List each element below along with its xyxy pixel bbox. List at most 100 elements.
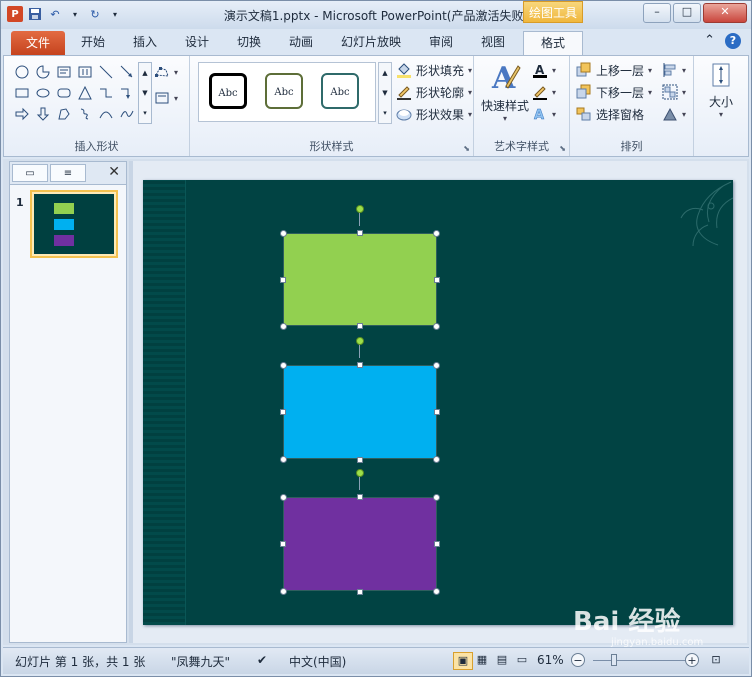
resize-handle-corner[interactable] [433, 323, 440, 330]
scroll-down-icon[interactable]: ▼ [382, 89, 387, 97]
slide-canvas[interactable] [143, 180, 733, 625]
ellipse-shape-icon[interactable] [33, 83, 53, 103]
proofing-icon[interactable]: ✔ [257, 653, 267, 667]
resize-handle-side[interactable] [280, 277, 286, 283]
tab-insert[interactable]: 插入 [133, 33, 157, 50]
resize-handle-corner[interactable] [433, 494, 440, 501]
right-arrow-shape-icon[interactable] [12, 104, 32, 124]
resize-handle-side[interactable] [357, 323, 363, 329]
blue-rectangle[interactable] [283, 365, 437, 459]
rotation-handle[interactable] [356, 205, 364, 213]
resize-handle-side[interactable] [280, 409, 286, 415]
group-objects-button[interactable]: ▾ [662, 82, 686, 102]
green-rectangle[interactable] [283, 233, 437, 326]
draw-textbox-button[interactable]: ▾ [154, 88, 178, 108]
shape-style-olive-outline[interactable]: Abc [265, 73, 303, 109]
arrow-line-shape-icon[interactable] [117, 62, 137, 82]
scroll-up-icon[interactable]: ▲ [382, 69, 387, 77]
tab-animations[interactable]: 动画 [289, 33, 313, 50]
dialog-launcher-icon[interactable]: ⬊ [559, 144, 566, 153]
tab-review[interactable]: 审阅 [429, 33, 453, 50]
tab-transitions[interactable]: 切换 [237, 33, 261, 50]
rounded-rectangle-shape-icon[interactable] [54, 83, 74, 103]
resize-handle-side[interactable] [357, 457, 363, 463]
resize-handle-corner[interactable] [433, 230, 440, 237]
minimize-ribbon-icon[interactable]: ⌃ [704, 33, 715, 49]
tab-slideshow[interactable]: 幻灯片放映 [341, 33, 401, 50]
shape-effects-button[interactable]: 形状效果 ▾ [396, 104, 472, 124]
resize-handle-corner[interactable] [280, 494, 287, 501]
shape-fill-button[interactable]: 形状填充 ▾ [396, 60, 472, 80]
close-pane-icon[interactable]: ✕ [108, 164, 120, 180]
resize-handle-side[interactable] [434, 277, 440, 283]
resize-handle-side[interactable] [357, 589, 363, 595]
line-shape-icon[interactable] [96, 62, 116, 82]
scroll-down-icon[interactable]: ▼ [142, 89, 147, 97]
slide-thumbnail-1[interactable] [30, 190, 118, 258]
tab-outline[interactable]: ≡ [50, 164, 86, 182]
zoom-slider-track[interactable] [593, 660, 689, 661]
down-arrow-shape-icon[interactable] [33, 104, 53, 124]
fit-to-window-button[interactable]: ⊡ [707, 652, 725, 668]
resize-handle-side[interactable] [280, 541, 286, 547]
reading-view-button[interactable]: ▤ [493, 652, 511, 668]
close-button[interactable]: ✕ [703, 3, 747, 23]
shape-style-black-outline[interactable]: Abc [209, 73, 247, 109]
edit-shape-button[interactable]: ▾ [154, 62, 178, 82]
shape-style-gallery-scroll[interactable]: ▲ ▼ ▾ [378, 62, 392, 124]
zoom-in-button[interactable]: + [685, 653, 699, 667]
tab-format[interactable]: 格式 [523, 31, 583, 55]
resize-handle-corner[interactable] [280, 456, 287, 463]
elbow-connector-shape-icon[interactable] [96, 83, 116, 103]
gallery-more-icon[interactable]: ▾ [383, 109, 387, 117]
shapes-gallery-scroll[interactable]: ▲ ▼ ▾ [138, 62, 152, 124]
resize-handle-corner[interactable] [280, 323, 287, 330]
resize-handle-side[interactable] [434, 409, 440, 415]
rotation-handle[interactable] [356, 469, 364, 477]
gallery-more-icon[interactable]: ▾ [143, 109, 147, 117]
zoom-slider-thumb[interactable] [611, 654, 617, 666]
restore-button[interactable]: □ [673, 3, 701, 23]
send-backward-button[interactable]: 下移一层 ▾ [576, 82, 652, 102]
triangle-shape-icon[interactable] [75, 83, 95, 103]
elbow-arrow-connector-shape-icon[interactable] [117, 83, 137, 103]
tab-home[interactable]: 开始 [81, 33, 105, 50]
rotation-handle[interactable] [356, 337, 364, 345]
selection-pane-button[interactable]: 选择窗格 [576, 104, 652, 124]
freeform-shape-icon[interactable] [54, 104, 74, 124]
size-button[interactable]: 大小 ▾ [702, 60, 740, 119]
textbox-shape-icon[interactable] [54, 62, 74, 82]
scroll-up-icon[interactable]: ▲ [142, 69, 147, 77]
resize-handle-corner[interactable] [280, 230, 287, 237]
rotate-button[interactable]: ▾ [662, 104, 686, 124]
tab-file[interactable]: 文件 [11, 31, 65, 55]
vertical-textbox-shape-icon[interactable] [75, 62, 95, 82]
quick-styles-button[interactable]: A 快速样式 ▾ [480, 60, 530, 123]
theme-name[interactable]: "凤舞九天" [171, 653, 230, 670]
align-button[interactable]: ▾ [662, 60, 686, 80]
oval-shape-icon[interactable] [12, 62, 32, 82]
tab-view[interactable]: 视图 [481, 33, 505, 50]
bring-forward-button[interactable]: 上移一层 ▾ [576, 60, 652, 80]
arc-shape-icon[interactable] [96, 104, 116, 124]
resize-handle-side[interactable] [357, 230, 363, 236]
shape-outline-button[interactable]: 形状轮廓 ▾ [396, 82, 472, 102]
resize-handle-side[interactable] [357, 362, 363, 368]
resize-handle-corner[interactable] [433, 362, 440, 369]
pie-shape-icon[interactable] [33, 62, 53, 82]
normal-view-button[interactable]: ▣ [453, 652, 473, 670]
rectangle-shape-icon[interactable] [12, 83, 32, 103]
scribble-shape-icon[interactable] [75, 104, 95, 124]
tab-design[interactable]: 设计 [185, 33, 209, 50]
resize-handle-side[interactable] [434, 541, 440, 547]
shape-style-teal-outline[interactable]: Abc [321, 73, 359, 109]
text-effects-button[interactable]: A ▾ [532, 104, 556, 124]
text-outline-button[interactable]: ▾ [532, 82, 556, 102]
resize-handle-corner[interactable] [433, 456, 440, 463]
purple-rectangle[interactable] [283, 497, 437, 591]
resize-handle-corner[interactable] [280, 362, 287, 369]
help-icon[interactable]: ? [725, 33, 741, 49]
curve-shape-icon[interactable] [117, 104, 137, 124]
resize-handle-corner[interactable] [280, 588, 287, 595]
resize-handle-corner[interactable] [433, 588, 440, 595]
